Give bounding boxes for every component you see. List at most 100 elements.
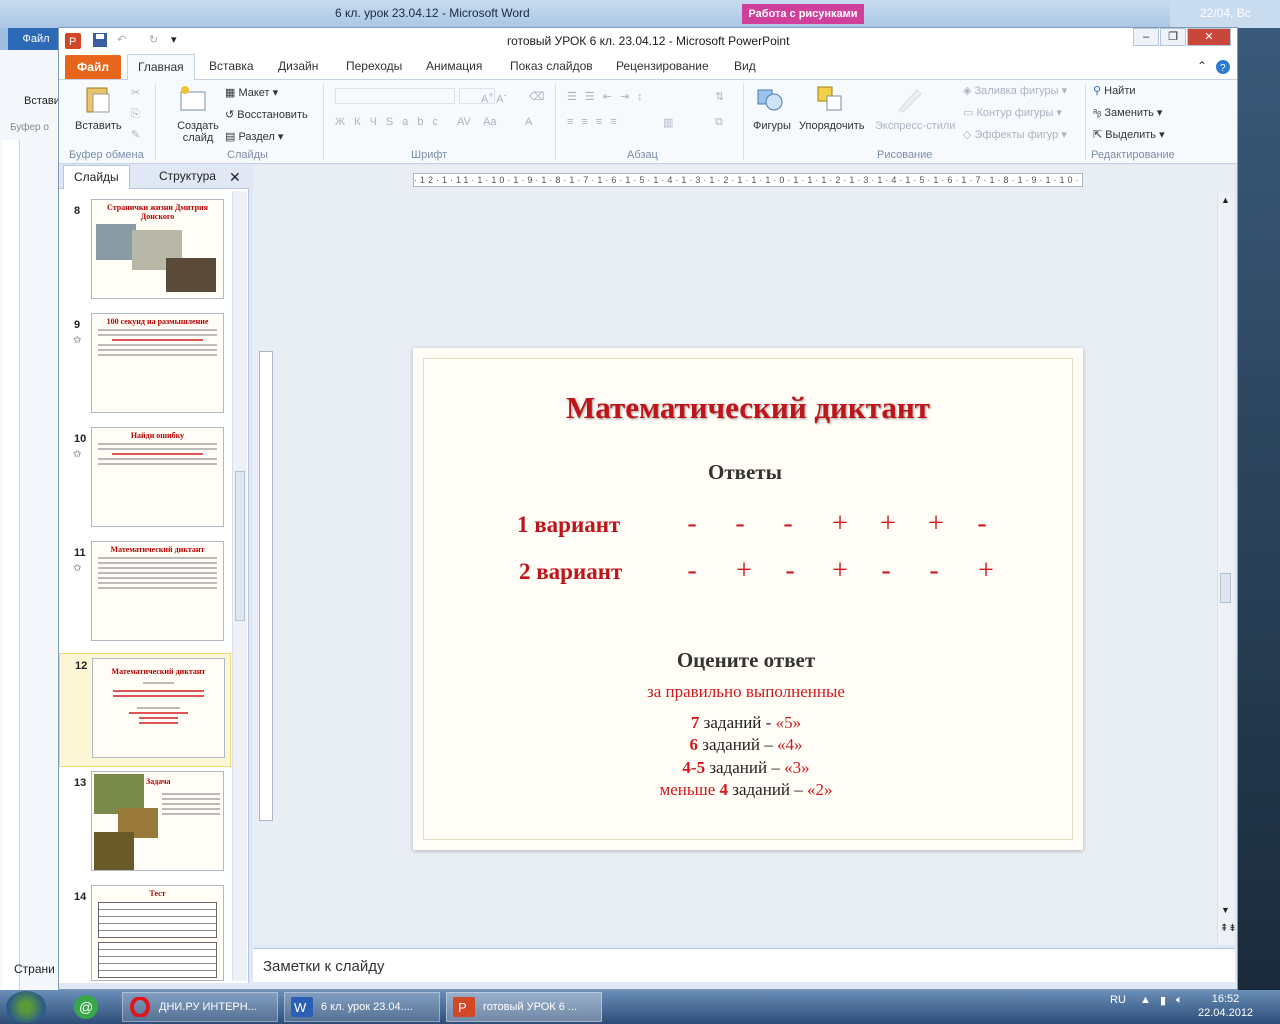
slide-preview-title: Странички жизни Дмитрия Донского (107, 203, 208, 221)
shapes-icon[interactable] (755, 84, 785, 114)
slide-title[interactable]: Математический диктант (413, 390, 1083, 426)
close-button[interactable]: ✕ (1187, 28, 1231, 46)
prev-next-slide-icon[interactable]: ⇞⇟ (1220, 923, 1237, 934)
tray-clock[interactable]: 16:52 22.04.2012 (1198, 992, 1253, 1020)
tab-view[interactable]: Вид (734, 59, 756, 73)
save-icon[interactable] (93, 33, 107, 50)
select-button[interactable]: ⇱ Выделить ▾ (1093, 128, 1165, 141)
smartart-icon[interactable]: ⧉ (715, 116, 723, 129)
layout-button[interactable]: ▦ Макет ▾ (225, 86, 278, 99)
slide-number: 14 (74, 891, 87, 903)
align-buttons[interactable]: ≡≡≡≡ (567, 116, 625, 128)
notes-placeholder[interactable]: Заметки к слайду (263, 958, 385, 975)
tab-slideshow[interactable]: Показ слайдов (510, 59, 593, 73)
notes-pane[interactable]: Заметки к слайду (253, 948, 1235, 982)
scroll-down-icon[interactable]: ▼ (1221, 905, 1230, 915)
rate-intro[interactable]: за правильно выполненные (413, 682, 1079, 702)
shape-fill-button[interactable]: ◈ Заливка фигуры ▾ (963, 84, 1067, 97)
grade-line[interactable]: 6 заданий – «4» (413, 735, 1079, 755)
tray-arrow-icon[interactable]: ▲ (1140, 994, 1151, 1006)
arrange-icon[interactable] (815, 84, 845, 114)
redo-icon[interactable]: ↻ (149, 33, 158, 46)
find-button[interactable]: ⚲ Найти (1093, 84, 1136, 97)
grade-line[interactable]: 4-5 заданий – «3» (413, 758, 1079, 778)
tab-insert[interactable]: Вставка (209, 59, 254, 73)
slide-thumbnail[interactable]: 8 Странички жизни Дмитрия Донского (59, 199, 231, 309)
icq-icon[interactable]: @ (72, 994, 100, 1020)
word-context-tab[interactable]: Работа с рисунками (742, 4, 864, 24)
tab-review[interactable]: Рецензирование (616, 59, 709, 73)
tab-transitions[interactable]: Переходы (346, 59, 402, 73)
section-button[interactable]: ▤ Раздел ▾ (225, 130, 283, 143)
font-color-icon[interactable]: A (525, 116, 532, 128)
help-icon[interactable]: ? (1215, 59, 1231, 78)
columns-icon[interactable]: ▥ (663, 116, 673, 129)
file-tab[interactable]: Файл (65, 55, 121, 79)
language-indicator[interactable]: RU (1110, 994, 1126, 1006)
clear-format-icon[interactable]: ⌫ (529, 90, 545, 103)
variant1-label[interactable]: 1 вариант (517, 512, 620, 538)
char-spacing-icon[interactable]: AV (457, 116, 471, 128)
text-direction-icon[interactable]: ⇅ (715, 90, 724, 103)
slide-thumbnail-selected[interactable]: 12 Математический диктант (59, 653, 231, 767)
shape-effects-button[interactable]: ◇ Эффекты фигур ▾ (963, 128, 1067, 141)
new-slide-button[interactable]: Создать слайд (175, 120, 221, 144)
grade-line[interactable]: меньше 4 заданий – «2» (413, 780, 1079, 800)
copy-icon[interactable]: ⎘ (131, 108, 140, 121)
word-file-tab[interactable]: Файл (8, 28, 64, 50)
panel-scrollbar[interactable] (232, 191, 247, 981)
quick-styles-button[interactable]: Экспресс-стили (875, 120, 955, 132)
network-icon[interactable]: ▮ (1160, 994, 1166, 1007)
variant1-mark: - (735, 508, 745, 539)
answers-heading[interactable]: Ответы (413, 460, 1077, 485)
slide-preview: Задача (91, 771, 224, 871)
shapes-button[interactable]: Фигуры (753, 120, 791, 132)
reset-button[interactable]: ↺ Восстановить (225, 108, 308, 121)
tab-slides[interactable]: Слайды (63, 165, 130, 189)
minimize-button[interactable]: – (1133, 28, 1159, 46)
quick-styles-icon[interactable] (895, 84, 925, 114)
arrange-button[interactable]: Упорядочить (799, 120, 864, 132)
slide-thumbnail[interactable]: 9 ✩ 100 секунд на размышление (59, 313, 231, 423)
tab-design[interactable]: Дизайн (278, 59, 318, 73)
ribbon-collapse-icon[interactable]: ⌃ (1197, 59, 1207, 73)
change-case-icon[interactable]: Aa (483, 116, 496, 128)
ppt-app-icon[interactable]: P (65, 33, 81, 52)
tab-animation[interactable]: Анимация (426, 59, 482, 73)
panel-scrollbar-thumb[interactable] (235, 471, 245, 621)
scroll-up-icon[interactable]: ▲ (1221, 195, 1230, 205)
format-painter-icon[interactable]: ✎ (131, 128, 140, 141)
cut-icon[interactable]: ✂ (131, 86, 140, 99)
replace-button[interactable]: ᵃᵦ Заменить ▾ (1093, 106, 1162, 119)
list-buttons[interactable]: ☰☰⇤⇥↕ (567, 90, 651, 103)
grow-font-icon[interactable]: A+ A- (481, 90, 507, 106)
editor-scrollbar-thumb[interactable] (1220, 573, 1231, 603)
variant2-label[interactable]: 2 вариант (519, 559, 622, 585)
slide-thumbnail[interactable]: 13 Задача (59, 771, 231, 881)
font-name-combobox[interactable] (335, 88, 455, 104)
taskbar-item-powerpoint[interactable]: P готовый УРОК 6 ... (446, 992, 602, 1022)
tab-outline[interactable]: Структура (149, 165, 226, 189)
start-button[interactable] (6, 991, 46, 1023)
slide-thumbnail[interactable]: 14 Тест (59, 885, 231, 981)
taskbar-item-opera[interactable]: ДНИ.РУ ИНТЕРН... (122, 992, 278, 1022)
panel-close-icon[interactable]: ✕ (229, 169, 241, 186)
font-style-buttons[interactable]: ЖКЧSabc (335, 116, 447, 128)
volume-icon[interactable]: 🔈︎ (1176, 994, 1183, 1007)
paste-icon[interactable] (83, 84, 113, 114)
grade-line[interactable]: 7 заданий - «5» (413, 713, 1079, 733)
current-slide[interactable]: Математический диктант Ответы 1 вариант … (413, 348, 1083, 850)
paste-button[interactable]: Вставить (75, 120, 122, 132)
qat-customize-icon[interactable]: ▾ (171, 33, 177, 46)
slide-thumbnail[interactable]: 10 ✩ Найди ошибку (59, 427, 231, 537)
editor-scrollbar[interactable]: ▲ ▼ ⇞⇟ (1217, 193, 1237, 945)
tab-home[interactable]: Главная (127, 54, 195, 81)
shape-outline-button[interactable]: ▭ Контур фигуры ▾ (963, 106, 1062, 119)
new-slide-icon[interactable] (177, 84, 207, 114)
maximize-button[interactable]: ❐ (1160, 28, 1186, 46)
rate-heading[interactable]: Оцените ответ (413, 648, 1079, 673)
slide-thumbnail[interactable]: 11 ✩ Математический диктант (59, 541, 231, 651)
taskbar-item-word[interactable]: W 6 кл. урок 23.04.... (284, 992, 440, 1022)
slide-preview: Математический диктант (91, 541, 224, 641)
undo-icon[interactable]: ↶ (117, 33, 126, 46)
